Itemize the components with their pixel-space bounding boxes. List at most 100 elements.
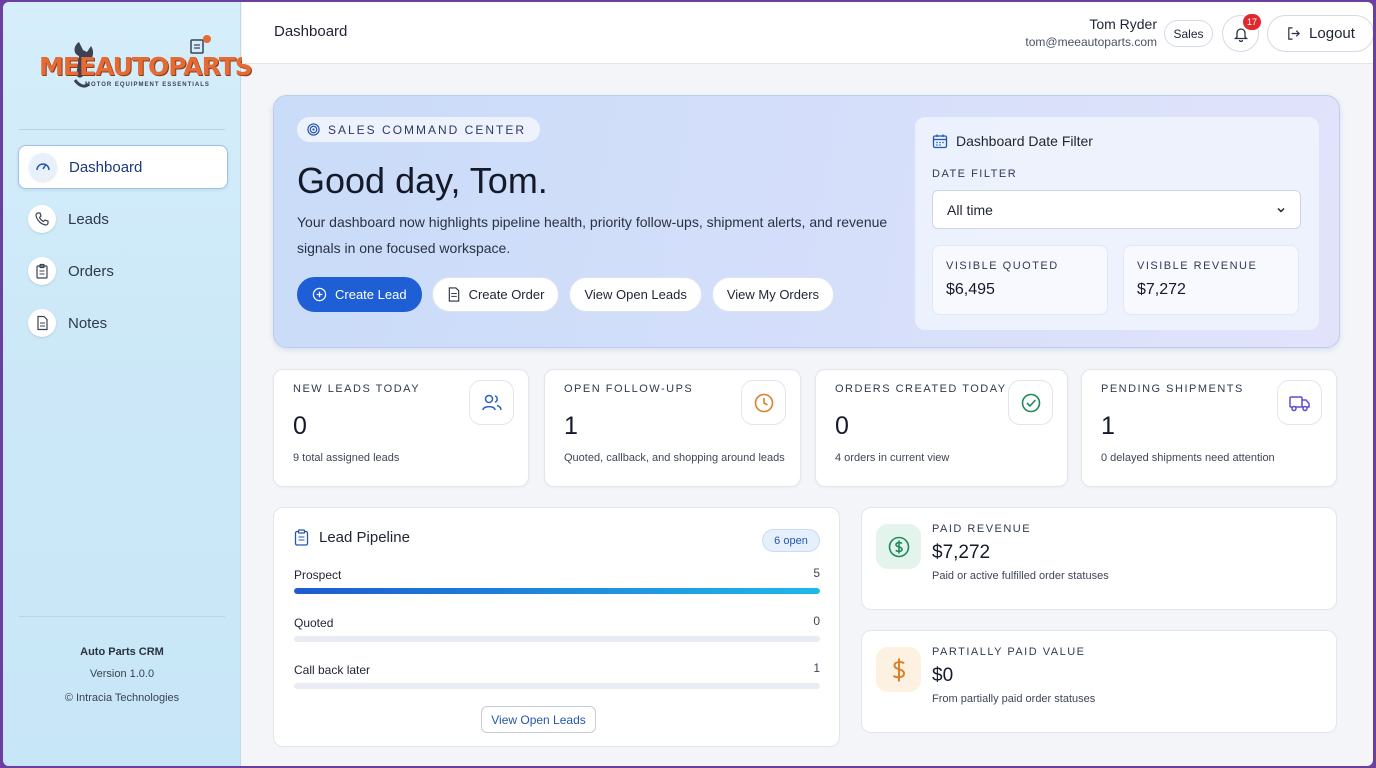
page-title: Dashboard <box>274 23 348 40</box>
view-open-leads-label: View Open Leads <box>584 287 687 302</box>
stat-card-open-follow-ups: OPEN FOLLOW-UPS 1 Quoted, callback, and … <box>544 369 801 487</box>
view-open-leads-button[interactable]: View Open Leads <box>481 706 596 733</box>
stat-label: OPEN FOLLOW-UPS <box>564 383 694 395</box>
sidebar-nav: Dashboard Leads Orders Notes <box>18 145 228 353</box>
lead-pipeline-title-label: Lead Pipeline <box>319 529 410 546</box>
date-filter-title-label: Dashboard Date Filter <box>956 133 1093 149</box>
open-count-badge: 6 open <box>762 529 820 552</box>
pipeline-progress-bar <box>294 683 820 689</box>
date-filter-label: DATE FILTER <box>932 168 1018 180</box>
sidebar-item-label: Leads <box>68 210 109 228</box>
date-filter-select[interactable]: All time <box>932 190 1301 229</box>
partially-paid-card: PARTIALLY PAID VALUE $0 From partially p… <box>861 630 1337 733</box>
topbar: Dashboard Tom Ryder tom@meeautoparts.com… <box>242 2 1373 64</box>
logout-icon <box>1288 27 1301 40</box>
stat-value: 0 <box>835 412 849 440</box>
sidebar-item-notes[interactable]: Notes <box>18 301 228 345</box>
visible-revenue-value: $7,272 <box>1137 281 1186 298</box>
sidebar-item-dashboard[interactable]: Dashboard <box>18 145 228 189</box>
sidebar-item-label: Orders <box>68 262 114 280</box>
sidebar: MEEAUTOPARTS MOTOR EQUIPMENT ESSENTIALS … <box>3 2 253 766</box>
pipeline-progress-fill <box>294 588 820 594</box>
sidebar-divider <box>19 129 225 130</box>
clipboard-icon <box>294 529 309 546</box>
visible-quoted-label: VISIBLE QUOTED <box>946 260 1059 272</box>
app-name: Auto Parts CRM <box>80 646 164 658</box>
stat-card-orders-created: ORDERS CREATED TODAY 0 4 orders in curre… <box>815 369 1068 487</box>
plus-circle-icon <box>312 287 327 302</box>
revenue-value: $0 <box>932 665 954 686</box>
logout-label: Logout <box>1309 25 1355 42</box>
stat-value: 1 <box>564 412 578 440</box>
hero-actions: Create Lead Create Order View Open Leads… <box>297 277 835 312</box>
pipeline-stage-count: 0 <box>813 614 820 628</box>
create-lead-button[interactable]: Create Lead <box>297 277 422 312</box>
sidebar-item-label: Notes <box>68 314 108 332</box>
clipboard-icon <box>28 257 56 285</box>
stat-subtext: 9 total assigned leads <box>293 452 400 464</box>
revenue-value: $7,272 <box>932 542 991 563</box>
stat-subtext: 4 orders in current view <box>835 452 950 464</box>
role-badge: Sales <box>1164 20 1213 47</box>
dollar-circle-icon <box>876 524 921 569</box>
view-my-orders-button[interactable]: View My Orders <box>711 277 835 312</box>
notification-count-badge: 17 <box>1243 14 1261 30</box>
user-name: Tom Ryder <box>1089 16 1157 32</box>
visible-quoted-value: $6,495 <box>946 281 995 298</box>
pipeline-progress-bar <box>294 588 820 594</box>
user-email: tom@meeautoparts.com <box>1025 35 1157 49</box>
revenue-label: PARTIALLY PAID VALUE <box>932 646 1086 658</box>
app-version: Version 1.0.0 <box>89 668 155 680</box>
stat-card-new-leads: NEW LEADS TODAY 0 9 total assigned leads <box>273 369 529 487</box>
pipeline-stage-count: 1 <box>813 661 820 675</box>
date-filter-card: Dashboard Date Filter DATE FILTER All ti… <box>915 117 1319 330</box>
view-my-orders-label: View My Orders <box>726 287 820 302</box>
visible-quoted-card: VISIBLE QUOTED $6,495 <box>932 245 1108 315</box>
stat-card-pending-shipments: PENDING SHIPMENTS 1 0 delayed shipments … <box>1081 369 1337 487</box>
section-tag-label: SALES COMMAND CENTER <box>328 122 527 137</box>
sidebar-item-label: Dashboard <box>69 158 143 176</box>
revenue-label: PAID REVENUE <box>932 523 1032 535</box>
notifications-button[interactable]: 17 <box>1222 14 1261 52</box>
users-icon <box>469 380 514 425</box>
user-info: Tom Ryder tom@meeautoparts.com <box>1025 16 1157 49</box>
view-open-leads-button[interactable]: View Open Leads <box>569 277 702 312</box>
pipeline-row-quoted: Quoted 0 <box>294 614 820 642</box>
lead-pipeline-title: Lead Pipeline <box>294 529 410 546</box>
create-order-button[interactable]: Create Order <box>431 277 560 312</box>
visible-revenue-label: VISIBLE REVENUE <box>1137 260 1258 272</box>
logout-button[interactable]: Logout <box>1267 15 1373 52</box>
stat-value: 0 <box>293 412 307 440</box>
pipeline-progress-bar <box>294 636 820 642</box>
date-filter-title: Dashboard Date Filter <box>932 133 1093 149</box>
greeting-heading: Good day, Tom. <box>297 160 548 201</box>
create-order-label: Create Order <box>468 287 545 302</box>
hero-description: Your dashboard now highlights pipeline h… <box>297 214 888 256</box>
clipboard-icon <box>190 35 211 54</box>
document-icon <box>28 309 56 337</box>
sidebar-item-orders[interactable]: Orders <box>18 249 228 293</box>
create-lead-label: Create Lead <box>335 287 407 302</box>
brand-name: MEEAUTOPARTS <box>39 52 253 81</box>
clock-icon <box>741 380 786 425</box>
revenue-subtext: Paid or active fulfilled order statuses <box>932 570 1109 582</box>
lead-pipeline-card: Lead Pipeline 6 open Prospect 5 Quoted 0… <box>273 507 840 747</box>
paid-revenue-card: PAID REVENUE $7,272 Paid or active fulfi… <box>861 507 1337 610</box>
brand-tagline: MOTOR EQUIPMENT ESSENTIALS <box>85 82 210 88</box>
revenue-subtext: From partially paid order statuses <box>932 693 1096 705</box>
stat-subtext: 0 delayed shipments need attention <box>1101 452 1275 464</box>
brand-logo[interactable]: MEEAUTOPARTS MOTOR EQUIPMENT ESSENTIALS <box>39 32 253 102</box>
calendar-icon <box>932 134 948 149</box>
pipeline-row-prospect: Prospect 5 <box>294 566 820 594</box>
hero-panel: SALES COMMAND CENTER Good day, Tom. Your… <box>273 95 1340 348</box>
copyright: © Intracia Technologies <box>64 692 180 704</box>
sidebar-item-leads[interactable]: Leads <box>18 197 228 241</box>
gauge-icon <box>29 153 57 181</box>
visible-revenue-card: VISIBLE REVENUE $7,272 <box>1123 245 1299 315</box>
pipeline-stage-label: Prospect <box>294 568 342 582</box>
stat-label: ORDERS CREATED TODAY <box>835 383 1007 395</box>
pipeline-row-call-back-later: Call back later 1 <box>294 661 820 689</box>
target-icon <box>307 123 320 136</box>
sidebar-footer: Auto Parts CRM Version 1.0.0 © Intracia … <box>3 641 241 709</box>
phone-icon <box>28 205 56 233</box>
